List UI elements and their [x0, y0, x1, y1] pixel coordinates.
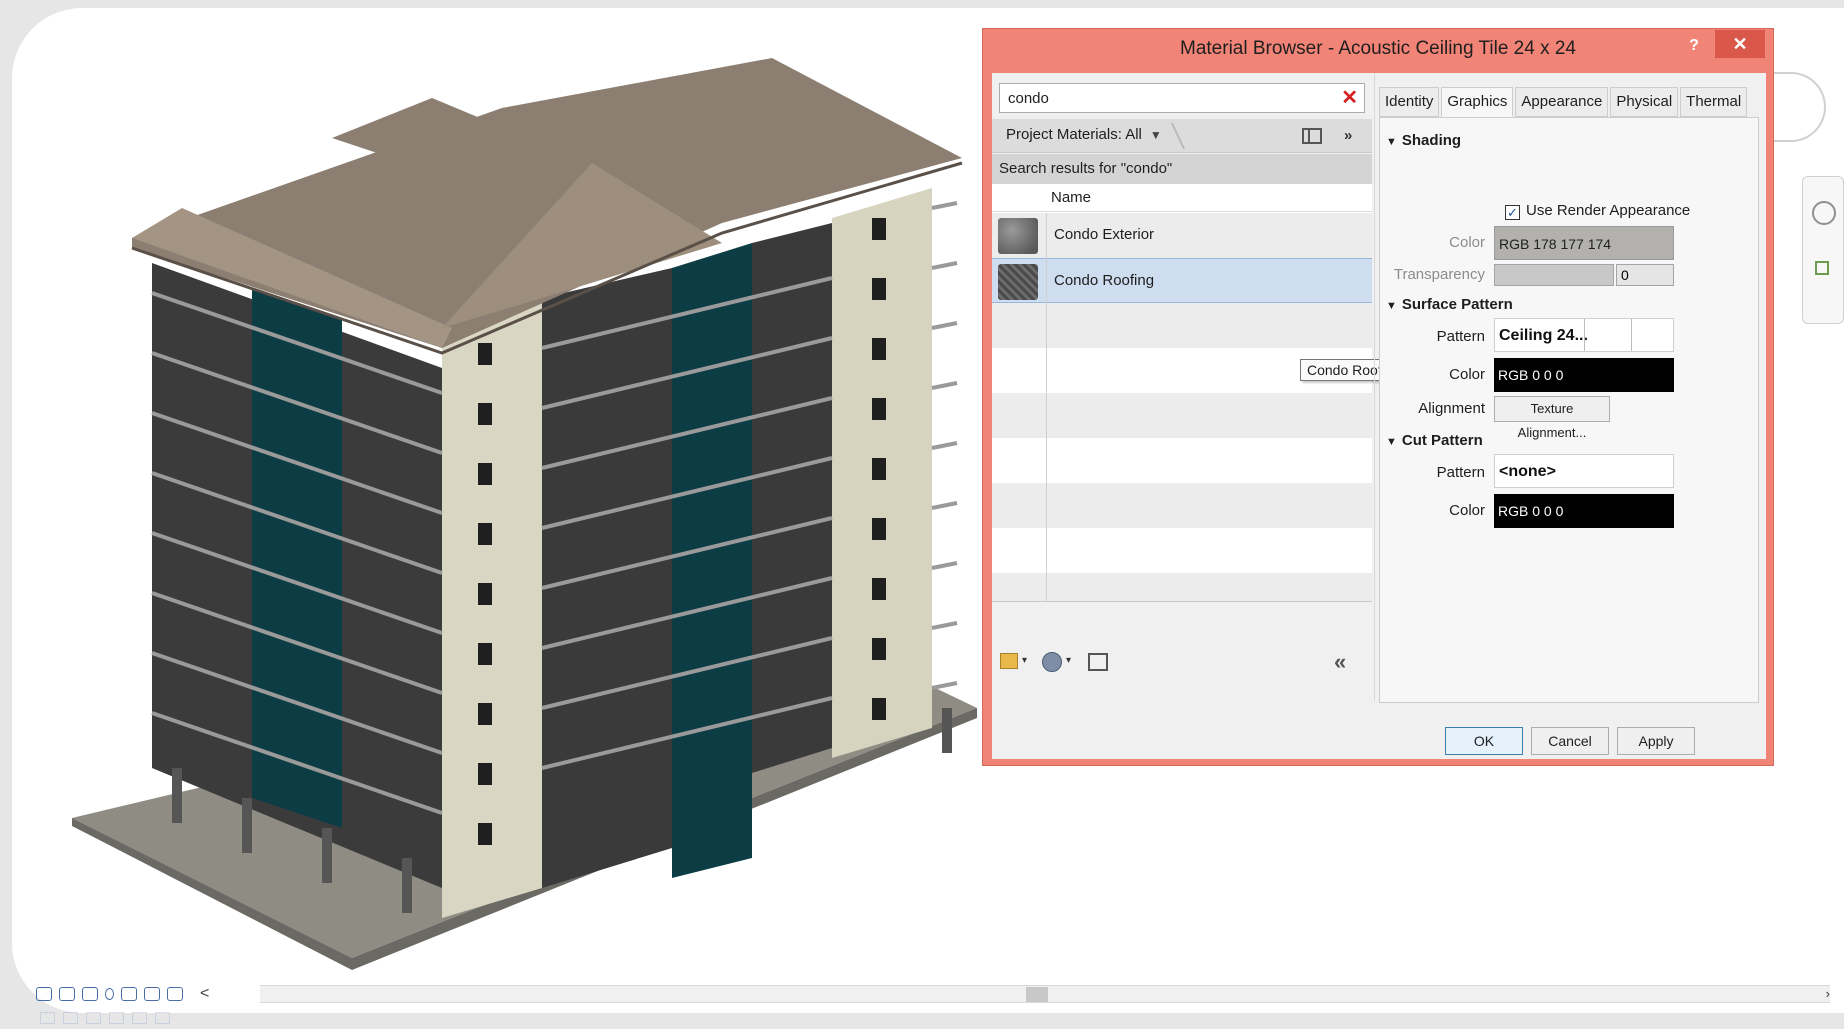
building-model — [72, 58, 977, 970]
empty-row — [992, 573, 1372, 601]
asset-browser-icon[interactable] — [1088, 653, 1108, 671]
empty-row — [992, 303, 1372, 348]
show-crop-icon[interactable] — [144, 987, 160, 1001]
pattern-label: Pattern — [1436, 328, 1485, 345]
graphics-properties: ▼ Shading ✓ Use Render Appearance Color RG… — [1379, 117, 1759, 703]
visual-style-icon[interactable] — [59, 987, 75, 1001]
library-icon[interactable] — [1042, 652, 1062, 672]
dark-column-left — [252, 288, 342, 828]
full-navigation-wheel-icon[interactable] — [1812, 201, 1836, 225]
dialog-client: ✕ Project Materials: All ▼ » Search resul… — [992, 73, 1766, 759]
properties-pane: Identity Graphics Appearance Physical Th… — [1374, 73, 1766, 703]
color-label: Color — [1449, 502, 1485, 519]
search-box[interactable]: ✕ — [999, 83, 1365, 113]
checkbox-label: Use Render Appearance — [1526, 202, 1691, 219]
checkbox-icon[interactable]: ✓ — [1505, 205, 1520, 220]
filter-row: Project Materials: All ▼ » — [992, 119, 1372, 153]
color-label: Color — [1449, 234, 1485, 251]
section-title: Shading — [1401, 132, 1462, 149]
breadcrumb-separator — [1162, 123, 1186, 149]
right-glazing — [752, 223, 832, 773]
section-title: Surface Pattern — [1401, 296, 1513, 313]
empty-row — [992, 483, 1372, 528]
tab-graphics[interactable]: Graphics — [1441, 87, 1514, 117]
cut-color-swatch[interactable]: RGB 0 0 0 — [1494, 494, 1674, 528]
expand-icon[interactable]: » — [1344, 127, 1352, 144]
collapse-icon[interactable]: « — [1334, 649, 1346, 675]
shadows-icon[interactable] — [105, 988, 114, 1000]
scroll-thumb[interactable] — [1026, 987, 1048, 1002]
color-label: Color — [1449, 366, 1485, 383]
collapse-triangle-icon: ▼ — [1386, 300, 1397, 312]
column-divider — [1046, 213, 1047, 602]
collapse-triangle-icon: ▼ — [1386, 136, 1397, 148]
navigation-bar — [1802, 176, 1844, 324]
use-render-appearance[interactable]: ✓ Use Render Appearance — [1505, 202, 1690, 220]
library-arrow-icon[interactable]: ▾ — [1066, 655, 1071, 666]
zoom-region-icon[interactable] — [1815, 261, 1829, 275]
tab-thermal[interactable]: Thermal — [1680, 87, 1748, 117]
unlock-view-icon[interactable] — [167, 987, 183, 1001]
middle-glazing — [542, 268, 672, 888]
material-browser-dialog: Material Browser - Acoustic Ceiling Tile… — [982, 28, 1774, 766]
column-name[interactable]: Name — [1051, 189, 1091, 206]
material-list: Name Condo Exterior Condo Roofing — [992, 184, 1372, 602]
shading-heading[interactable]: ▼ Shading — [1386, 132, 1461, 149]
show-hide-library-panel-icon[interactable] — [1302, 128, 1322, 144]
dark-column-middle — [672, 243, 752, 878]
section-title: Cut Pattern — [1401, 432, 1483, 449]
pattern-preview — [1584, 319, 1632, 351]
material-list-pane: ✕ Project Materials: All ▼ » Search resul… — [992, 73, 1372, 701]
search-results-header: Search results for "condo" — [992, 154, 1372, 184]
tab-appearance[interactable]: Appearance — [1515, 87, 1609, 117]
apply-button[interactable]: Apply — [1617, 727, 1695, 755]
list-header: Name — [992, 184, 1372, 212]
list-item-label: Condo Exterior — [1054, 226, 1155, 243]
view-control-bar: < — [36, 983, 209, 1005]
revit-canvas: < › Material Browser - Acoustic Ceiling … — [0, 0, 1844, 1029]
scroll-right-icon[interactable]: › — [1826, 986, 1830, 1001]
cancel-button[interactable]: Cancel — [1531, 727, 1609, 755]
alignment-label: Alignment — [1418, 400, 1485, 417]
filter-label: Project Materials: All — [1006, 126, 1142, 143]
transparency-field[interactable]: 0 — [1616, 264, 1674, 286]
project-materials-dropdown[interactable]: Project Materials: All ▼ — [1006, 126, 1162, 143]
collapse-triangle-icon: ▼ — [1386, 436, 1397, 448]
sun-path-icon[interactable] — [82, 987, 98, 1001]
pattern-value: Ceiling 24... — [1499, 327, 1588, 344]
create-material-icon[interactable] — [1000, 653, 1018, 669]
ok-button[interactable]: OK — [1445, 727, 1523, 755]
property-tabs: Identity Graphics Appearance Physical Th… — [1379, 87, 1748, 117]
cut-pattern-heading[interactable]: ▼ Cut Pattern — [1386, 432, 1483, 449]
collapse-chevron-icon[interactable]: < — [200, 985, 209, 1003]
roofing-thumbnail-icon — [998, 264, 1038, 300]
create-arrow-icon[interactable]: ▾ — [1022, 655, 1027, 666]
clear-search-icon[interactable]: ✕ — [1341, 86, 1358, 110]
dropdown-arrow-icon: ▼ — [1149, 128, 1162, 142]
cut-pattern-field[interactable]: <none> — [1494, 454, 1674, 488]
transparency-label: Transparency — [1393, 266, 1485, 283]
surface-color-swatch[interactable]: RGB 0 0 0 — [1494, 358, 1674, 392]
tab-identity[interactable]: Identity — [1379, 87, 1440, 117]
help-button[interactable]: ? — [1681, 33, 1707, 59]
tab-physical[interactable]: Physical — [1610, 87, 1679, 117]
close-button[interactable]: ✕ — [1715, 30, 1765, 58]
empty-row — [992, 393, 1372, 438]
transparency-slider[interactable] — [1494, 264, 1614, 286]
detail-level-icon[interactable] — [36, 987, 52, 1001]
surface-pattern-heading[interactable]: ▼ Surface Pattern — [1386, 296, 1513, 313]
search-input[interactable] — [1000, 84, 1320, 112]
pattern-label: Pattern — [1436, 464, 1485, 481]
library-toolbar: ▾ ▾ « — [992, 647, 1372, 679]
shading-color-swatch[interactable]: RGB 178 177 174 — [1494, 226, 1674, 260]
list-item-label: Condo Roofing — [1054, 272, 1155, 289]
list-item[interactable]: Condo Exterior — [992, 213, 1372, 258]
ghost-toolbar — [40, 1012, 280, 1028]
horizontal-scrollbar[interactable]: › — [260, 985, 1830, 1003]
dialog-title: Material Browser - Acoustic Ceiling Tile… — [1180, 38, 1576, 59]
texture-alignment-button[interactable]: Texture Alignment... — [1494, 396, 1610, 440]
concrete-thumbnail-icon — [998, 218, 1038, 254]
crop-view-icon[interactable] — [121, 987, 137, 1001]
list-item[interactable]: Condo Roofing — [992, 258, 1372, 303]
